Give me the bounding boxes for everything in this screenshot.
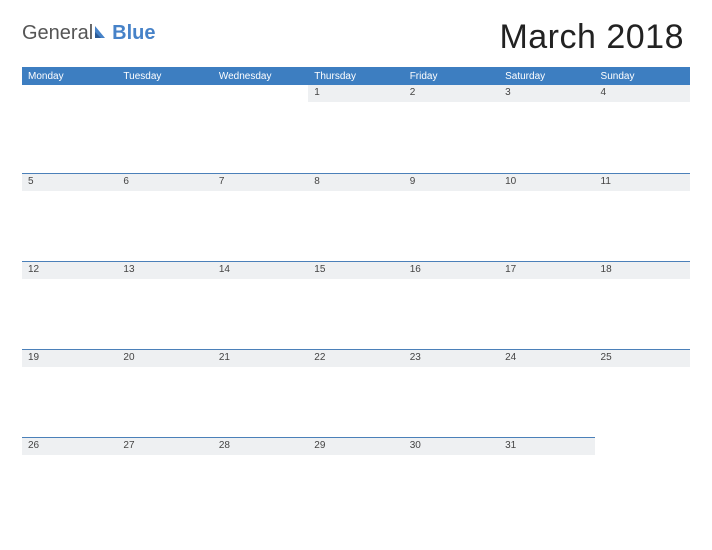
- logo-sail-icon: [94, 25, 108, 39]
- day-number: [595, 437, 690, 453]
- calendar-grid: 1234567891011121314151617181920212223242…: [22, 85, 690, 525]
- day-number: 31: [499, 437, 594, 455]
- day-number: 10: [499, 173, 594, 191]
- day-number: 13: [117, 261, 212, 279]
- page-title: March 2018: [499, 18, 690, 57]
- calendar-day: 24: [499, 349, 594, 437]
- day-number: 15: [308, 261, 403, 279]
- calendar-day: 13: [117, 261, 212, 349]
- calendar-day: 15: [308, 261, 403, 349]
- day-number: 24: [499, 349, 594, 367]
- calendar-day: 4: [595, 85, 690, 173]
- brand-part2: Blue: [112, 22, 155, 45]
- weekday-mon: Monday: [22, 68, 117, 85]
- calendar-day: [117, 85, 212, 173]
- brand-part1: General: [22, 22, 93, 45]
- day-number: 19: [22, 349, 117, 367]
- calendar-day: 12: [22, 261, 117, 349]
- weekday-thu: Thursday: [308, 68, 403, 85]
- calendar-day: 23: [404, 349, 499, 437]
- day-number: 26: [22, 437, 117, 455]
- calendar-week: 567891011: [22, 173, 690, 261]
- calendar-day: [213, 85, 308, 173]
- calendar-day: 19: [22, 349, 117, 437]
- calendar-day: [22, 85, 117, 173]
- calendar-day: 7: [213, 173, 308, 261]
- weekday-sat: Saturday: [499, 68, 594, 85]
- calendar-day: 3: [499, 85, 594, 173]
- day-number: [22, 85, 117, 101]
- weekday-header: Monday Tuesday Wednesday Thursday Friday…: [22, 67, 690, 85]
- calendar-day: 8: [308, 173, 403, 261]
- calendar-week: 12131415161718: [22, 261, 690, 349]
- day-number: 16: [404, 261, 499, 279]
- day-number: 5: [22, 173, 117, 191]
- calendar-week: 19202122232425: [22, 349, 690, 437]
- day-number: 29: [308, 437, 403, 455]
- day-number: 22: [308, 349, 403, 367]
- day-number: 21: [213, 349, 308, 367]
- calendar-day: 10: [499, 173, 594, 261]
- day-number: 2: [404, 85, 499, 102]
- header-bar: General Blue March 2018: [22, 18, 690, 57]
- calendar-day: 17: [499, 261, 594, 349]
- day-number: 17: [499, 261, 594, 279]
- calendar-week: 262728293031: [22, 437, 690, 525]
- calendar-day: 25: [595, 349, 690, 437]
- day-number: 11: [595, 173, 690, 191]
- day-number: 8: [308, 173, 403, 191]
- calendar-day: 29: [308, 437, 403, 525]
- calendar-day: [595, 437, 690, 525]
- calendar-day: 22: [308, 349, 403, 437]
- day-number: 1: [308, 85, 403, 102]
- calendar-day: 14: [213, 261, 308, 349]
- day-number: 18: [595, 261, 690, 279]
- day-number: 28: [213, 437, 308, 455]
- day-number: 6: [117, 173, 212, 191]
- brand-logo: General Blue: [22, 18, 156, 45]
- weekday-tue: Tuesday: [117, 68, 212, 85]
- day-number: 12: [22, 261, 117, 279]
- day-number: 20: [117, 349, 212, 367]
- weekday-wed: Wednesday: [213, 68, 308, 85]
- calendar-day: 6: [117, 173, 212, 261]
- weekday-fri: Friday: [404, 68, 499, 85]
- calendar-day: 9: [404, 173, 499, 261]
- calendar-day: 30: [404, 437, 499, 525]
- calendar-day: 5: [22, 173, 117, 261]
- weekday-sun: Sunday: [595, 68, 690, 85]
- day-number: [213, 85, 308, 101]
- day-number: 7: [213, 173, 308, 191]
- calendar-day: 16: [404, 261, 499, 349]
- day-number: 30: [404, 437, 499, 455]
- calendar-day: 21: [213, 349, 308, 437]
- calendar-day: 2: [404, 85, 499, 173]
- calendar-day: 1: [308, 85, 403, 173]
- day-number: 25: [595, 349, 690, 367]
- calendar-day: 18: [595, 261, 690, 349]
- day-number: [117, 85, 212, 101]
- calendar-day: 26: [22, 437, 117, 525]
- calendar-week: 1234: [22, 85, 690, 173]
- day-number: 27: [117, 437, 212, 455]
- day-number: 14: [213, 261, 308, 279]
- day-number: 23: [404, 349, 499, 367]
- calendar-day: 11: [595, 173, 690, 261]
- day-number: 9: [404, 173, 499, 191]
- day-number: 3: [499, 85, 594, 102]
- calendar-day: 20: [117, 349, 212, 437]
- day-number: 4: [595, 85, 690, 102]
- calendar-day: 31: [499, 437, 594, 525]
- calendar-day: 28: [213, 437, 308, 525]
- calendar-day: 27: [117, 437, 212, 525]
